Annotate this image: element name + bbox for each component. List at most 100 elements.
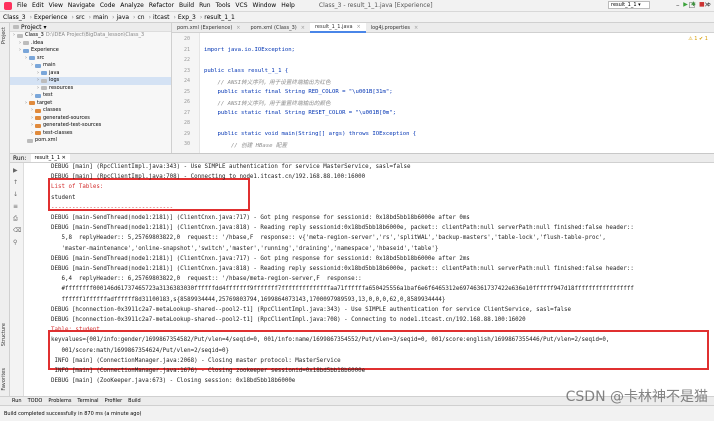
minimize-icon[interactable]: – bbox=[676, 1, 680, 9]
editor-tab[interactable]: log4j.properties × bbox=[366, 23, 424, 33]
tree-item[interactable]: › test bbox=[10, 92, 171, 100]
tool-window-tab[interactable]: TODO bbox=[28, 398, 43, 404]
tree-item-label: main bbox=[43, 62, 56, 68]
pin-icon[interactable]: ⚲ bbox=[13, 239, 17, 246]
status-message: Build completed successfully in 870 ms (… bbox=[4, 410, 142, 417]
breadcrumb-item[interactable]: Class_3 bbox=[3, 14, 26, 21]
menu-item[interactable]: View bbox=[49, 2, 63, 9]
print-icon[interactable]: ⎙ bbox=[13, 215, 18, 223]
menu-item[interactable]: VCS bbox=[235, 2, 247, 9]
menu-item[interactable]: File bbox=[17, 2, 27, 9]
menu-item[interactable]: Edit bbox=[32, 2, 44, 9]
tree-item[interactable]: › java bbox=[10, 70, 171, 78]
menu-item[interactable]: Run bbox=[199, 2, 211, 9]
chevron-icon[interactable]: › bbox=[31, 107, 33, 115]
trash-icon[interactable]: ⌫ bbox=[13, 227, 21, 234]
chevron-icon[interactable]: › bbox=[25, 55, 27, 63]
chevron-right-icon: › bbox=[199, 13, 203, 21]
project-tree: › Class_3 D:\IDEA Project\BigData_lesson\C… bbox=[10, 32, 171, 145]
editor-tab[interactable]: result_1_1.java × bbox=[309, 23, 366, 33]
chevron-icon[interactable]: › bbox=[31, 130, 33, 138]
menu-item[interactable]: Analyze bbox=[120, 2, 144, 9]
tree-item-label: test-classes bbox=[43, 129, 73, 136]
editor-tab[interactable]: pom.xml (Class_3) × bbox=[246, 23, 310, 33]
tree-item[interactable]: › classes bbox=[10, 107, 171, 115]
menu-item[interactable]: Tools bbox=[216, 2, 231, 9]
run-config-select[interactable]: result_1_1 ▾ bbox=[608, 1, 650, 9]
chevron-icon[interactable]: › bbox=[37, 70, 39, 78]
chevron-icon[interactable]: › bbox=[31, 122, 33, 130]
line-number: 25 bbox=[183, 88, 190, 95]
breadcrumb-item[interactable]: itcast bbox=[153, 14, 169, 21]
tree-item[interactable]: › generated-test-sources bbox=[10, 122, 171, 130]
inspection-widget[interactable]: ⚠ 1 ✔ 1 bbox=[688, 36, 708, 42]
structure-tool-tab[interactable]: Structure bbox=[1, 323, 7, 346]
folder-icon bbox=[35, 93, 41, 98]
close-icon[interactable]: × bbox=[236, 23, 240, 33]
console-line: INFO [main] (ConnectionManager.java:2068… bbox=[51, 357, 341, 364]
project-tool-tab[interactable]: Project bbox=[1, 27, 7, 44]
tool-window-tab[interactable]: Run bbox=[12, 398, 22, 404]
menu-item[interactable]: Code bbox=[100, 2, 115, 9]
chevron-icon[interactable]: › bbox=[31, 62, 33, 70]
wrap-icon[interactable]: ≡ bbox=[13, 203, 18, 210]
menu-item[interactable]: Navigate bbox=[68, 2, 95, 9]
close-icon[interactable]: × bbox=[301, 23, 305, 33]
tree-item[interactable]: › logs bbox=[10, 77, 171, 85]
chevron-icon[interactable]: › bbox=[37, 77, 39, 85]
menu-item[interactable]: Window bbox=[253, 2, 277, 9]
breadcrumb-item[interactable]: cn bbox=[137, 14, 144, 21]
line-number: 29 bbox=[183, 130, 190, 137]
stop-icon[interactable]: ■ bbox=[699, 1, 705, 9]
tree-item-label: src bbox=[37, 54, 45, 61]
breadcrumb-item[interactable]: java bbox=[116, 14, 129, 21]
close-icon[interactable]: × bbox=[414, 23, 418, 33]
tree-item[interactable]: pom.xml bbox=[10, 137, 171, 145]
chevron-icon[interactable]: › bbox=[31, 92, 33, 100]
folder-icon bbox=[27, 138, 33, 143]
breadcrumb-item[interactable]: Experience bbox=[34, 14, 67, 21]
tree-item[interactable]: › src bbox=[10, 55, 171, 63]
code-line: public static final String RED_COLOR = "… bbox=[204, 88, 393, 95]
console-line: DEBUG [main] (RpcClientImpl.java:708) - … bbox=[51, 174, 366, 181]
tree-item[interactable]: › generated-sources bbox=[10, 115, 171, 123]
tree-item[interactable]: › Experience bbox=[10, 47, 171, 55]
chevron-right-icon: › bbox=[173, 13, 176, 21]
menu-item[interactable]: Refactor bbox=[149, 2, 174, 9]
tool-window-tab[interactable]: Terminal bbox=[77, 398, 98, 404]
menu-item[interactable]: Build bbox=[179, 2, 194, 9]
chevron-icon[interactable]: › bbox=[31, 115, 33, 123]
search-icon[interactable]: ⌕ bbox=[708, 1, 711, 9]
chevron-icon[interactable]: › bbox=[19, 47, 21, 55]
line-number: 28 bbox=[183, 120, 190, 126]
tool-window-tab[interactable]: Problems bbox=[48, 398, 71, 404]
window-title: Class_3 - result_1_1.java [Experience] bbox=[318, 2, 433, 9]
tree-item[interactable]: › Class_3 D:\IDEA Project\BigData_lesson\C… bbox=[10, 32, 171, 40]
chevron-icon[interactable]: › bbox=[19, 40, 21, 48]
tree-item[interactable]: › test-classes bbox=[10, 130, 171, 138]
run-tab-result[interactable]: result_1_1 ✕ bbox=[30, 154, 70, 162]
tree-item[interactable]: › .idea bbox=[10, 40, 171, 48]
close-icon[interactable]: × bbox=[357, 23, 361, 32]
run-icon[interactable]: ▶ bbox=[683, 1, 688, 9]
tree-item[interactable]: › main bbox=[10, 62, 171, 70]
tree-item[interactable]: › resources bbox=[10, 85, 171, 93]
arrow-down-icon[interactable]: ↓ bbox=[13, 191, 18, 198]
favorites-tool-tab[interactable]: Favorites bbox=[1, 368, 7, 391]
breadcrumb-item[interactable]: result_1_1 bbox=[204, 14, 235, 21]
console-output[interactable]: DEBUG [main] (RpcClientImpl.java:343) - … bbox=[24, 163, 714, 396]
debug-icon[interactable]: ✱ bbox=[691, 1, 696, 9]
tree-item[interactable]: › target bbox=[10, 100, 171, 108]
chevron-icon[interactable]: › bbox=[25, 100, 27, 108]
menu-item[interactable]: Help bbox=[281, 2, 295, 9]
tool-window-tab[interactable]: Profiler bbox=[105, 398, 123, 404]
rerun-icon[interactable]: ▶ bbox=[13, 167, 18, 174]
chevron-icon[interactable]: › bbox=[13, 32, 15, 40]
breadcrumb-item[interactable]: main bbox=[93, 14, 108, 21]
editor-tab[interactable]: pom.xml (Experience) × bbox=[172, 23, 246, 33]
chevron-icon[interactable]: › bbox=[37, 85, 39, 93]
tool-window-tab[interactable]: Build bbox=[128, 398, 141, 404]
breadcrumb-item[interactable]: Exp_3 bbox=[178, 14, 196, 21]
arrow-up-icon[interactable]: ↑ bbox=[13, 179, 18, 186]
breadcrumb-item[interactable]: src bbox=[76, 14, 85, 21]
